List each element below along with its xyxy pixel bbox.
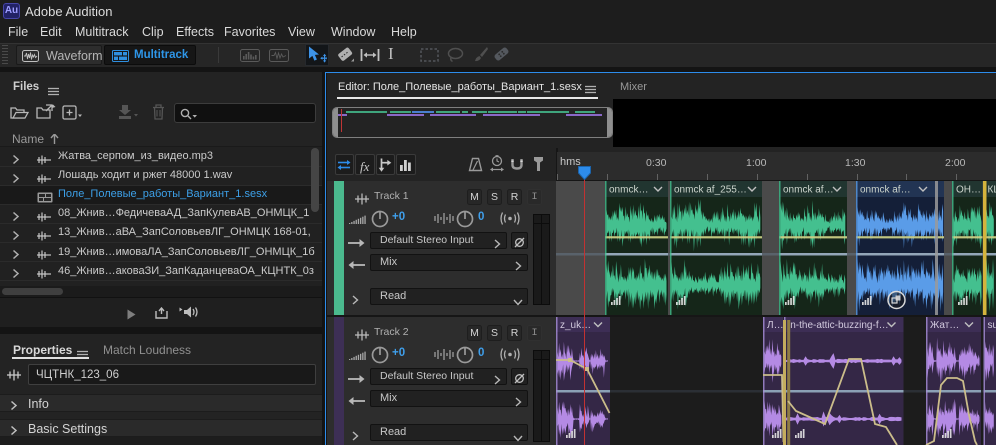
svg-text:КЦ…: КЦ…: [988, 185, 996, 196]
svg-text:onmck af…: onmck af…: [783, 185, 834, 196]
svg-text:ОН…: ОН…: [956, 185, 981, 196]
svg-text:onmck…: onmck…: [609, 185, 648, 196]
svg-text:sur…: sur…: [988, 320, 996, 331]
svg-text:Л…: Л…: [767, 320, 784, 331]
svg-text:Жат…: Жат…: [930, 320, 959, 331]
svg-text:in-the-attic-buzzing-f…: in-the-attic-buzzing-f…: [788, 320, 889, 331]
svg-text:onmck af_255…: onmck af_255…: [674, 185, 747, 196]
svg-text:onmck af…: onmck af…: [860, 185, 911, 196]
svg-text:z_uk…: z_uk…: [560, 320, 591, 331]
